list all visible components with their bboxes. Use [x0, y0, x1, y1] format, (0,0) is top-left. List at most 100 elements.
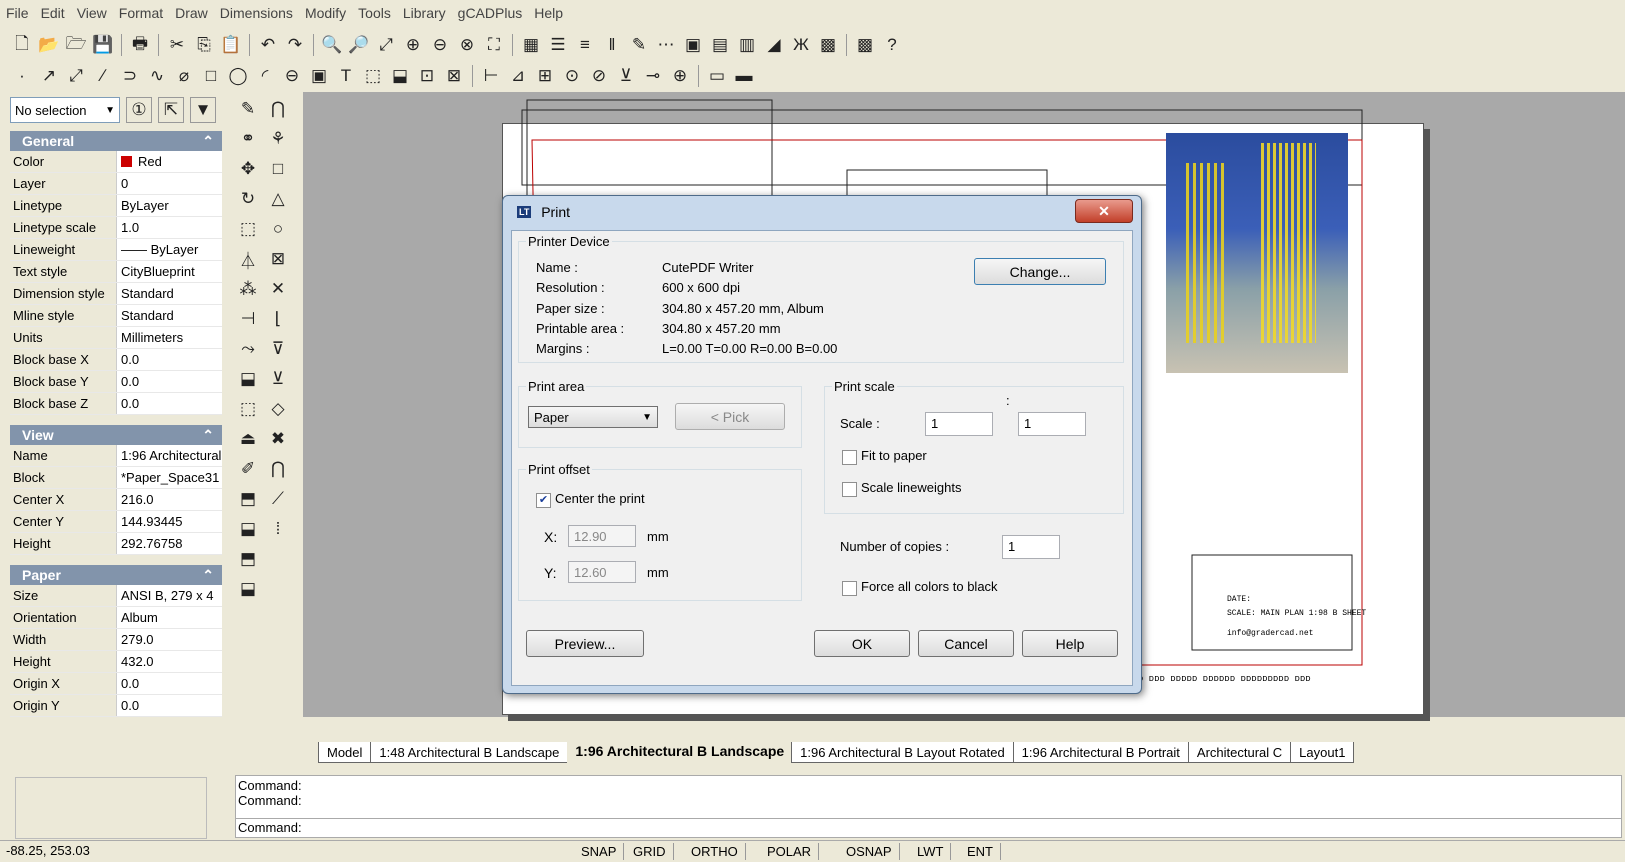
status-grid-button[interactable]: GRID [626, 843, 674, 860]
menu-item-gcadplus[interactable]: gCADPlus [452, 5, 529, 21]
property-value[interactable]: 216.0 [116, 489, 222, 510]
change-printer-button[interactable]: Change... [974, 258, 1106, 285]
property-value[interactable]: 0.0 [116, 371, 222, 392]
property-value[interactable]: —— ByLayer [116, 239, 222, 260]
toolbar2-tool-icon[interactable]: ⊕ [668, 64, 692, 88]
modify-tool-icon[interactable]: ⏃ [236, 247, 260, 271]
toolbar2-tool-icon[interactable]: ⊡ [415, 64, 439, 88]
layout-tab[interactable]: Architectural C [1187, 742, 1292, 763]
layout-tab[interactable]: 1:96 Architectural B Layout Rotated [791, 742, 1014, 763]
toolbar1-tool-icon[interactable]: 🖶 [128, 33, 152, 57]
menu-item-edit[interactable]: Edit [35, 5, 71, 21]
property-value[interactable]: ANSI B, 279 x 4 [116, 585, 222, 606]
menu-item-draw[interactable]: Draw [169, 5, 214, 21]
toolbar2-tool-icon[interactable]: ⊸ [641, 64, 665, 88]
status-ortho-button[interactable]: ORTHO [684, 843, 746, 860]
modify-tool-icon[interactable]: ✖ [266, 427, 290, 451]
toolbar1-tool-icon[interactable]: ? [880, 33, 904, 57]
toolbar1-tool-icon[interactable]: ☰ [546, 33, 570, 57]
toolbar2-tool-icon[interactable]: ⊻ [614, 64, 638, 88]
modify-tool-icon[interactable]: ⚭ [236, 127, 260, 151]
toolbar1-tool-icon[interactable]: ◢ [762, 33, 786, 57]
toolbar2-tool-icon[interactable]: ⬓ [388, 64, 412, 88]
property-row[interactable]: Origin X 0.0 [10, 673, 222, 695]
property-row[interactable]: Size ANSI B, 279 x 4 [10, 585, 222, 607]
modify-tool-icon[interactable] [266, 577, 290, 601]
toolbar2-tool-icon[interactable]: ⬚ [361, 64, 385, 88]
toolbar1-tool-icon[interactable]: ⊕ [401, 33, 425, 57]
property-value[interactable]: 0.0 [116, 349, 222, 370]
property-row[interactable]: Name 1:96 Architectural [10, 445, 222, 467]
toolbar2-tool-icon[interactable]: ⌀ [172, 64, 196, 88]
close-button[interactable]: ✕ [1075, 199, 1133, 223]
status-osnap-button[interactable]: OSNAP [839, 843, 900, 860]
property-row[interactable]: Orientation Album [10, 607, 222, 629]
section-header-general[interactable]: General ⌃ [10, 131, 222, 151]
modify-tool-icon[interactable]: ✥ [236, 157, 260, 181]
toolbar1-tool-icon[interactable]: 📋 [219, 33, 243, 57]
property-row[interactable]: Lineweight —— ByLayer [10, 239, 222, 261]
offset-x-input[interactable]: 12.90 [568, 525, 636, 547]
menu-item-library[interactable]: Library [397, 5, 452, 21]
property-value[interactable]: Album [116, 607, 222, 628]
copies-input[interactable]: 1 [1002, 535, 1060, 559]
menu-item-tools[interactable]: Tools [352, 5, 397, 21]
property-value[interactable]: 0.0 [116, 695, 222, 716]
toolbar2-tool-icon[interactable]: □ [199, 64, 223, 88]
menu-item-file[interactable]: File [0, 5, 35, 21]
property-row[interactable]: Center X 216.0 [10, 489, 222, 511]
toolbar2-tool-icon[interactable]: ⊠ [442, 64, 466, 88]
property-value[interactable]: 432.0 [116, 651, 222, 672]
modify-tool-icon[interactable]: ⁂ [236, 277, 260, 301]
property-value[interactable]: Standard [116, 283, 222, 304]
property-value[interactable]: Red [116, 151, 222, 172]
modify-tool-icon[interactable]: ⏏ [236, 427, 260, 451]
property-row[interactable]: Height 292.76758 [10, 533, 222, 555]
offset-y-input[interactable]: 12.60 [568, 561, 636, 583]
property-row[interactable]: Block base X 0.0 [10, 349, 222, 371]
modify-tool-icon[interactable]: ⁞ [266, 517, 290, 541]
toolbar1-tool-icon[interactable]: ▥ [735, 33, 759, 57]
property-value[interactable]: 1.0 [116, 217, 222, 238]
toolbar1-tool-icon[interactable]: ▩ [816, 33, 840, 57]
toolbar1-tool-icon[interactable]: ▦ [519, 33, 543, 57]
status-polar-button[interactable]: POLAR [760, 843, 820, 860]
property-row[interactable]: Mline style Standard [10, 305, 222, 327]
toolbar1-tool-icon[interactable]: 💾 [91, 33, 115, 57]
status-snap-button[interactable]: SNAP [574, 843, 625, 860]
toolbar1-tool-icon[interactable]: 🔍 [320, 33, 344, 57]
property-value[interactable]: 1:96 Architectural [116, 445, 222, 466]
toolbar2-tool-icon[interactable]: ▭ [705, 64, 729, 88]
menu-item-view[interactable]: View [71, 5, 113, 21]
property-row[interactable]: Block *Paper_Space31 [10, 467, 222, 489]
selection-combo[interactable]: No selection ▼ [10, 97, 120, 123]
status-lwt-button[interactable]: LWT [910, 843, 952, 860]
property-row[interactable]: Text style CityBlueprint [10, 261, 222, 283]
property-value[interactable]: 0.0 [116, 673, 222, 694]
toolbar2-tool-icon[interactable]: ◜ [253, 64, 277, 88]
toolbar2-tool-icon[interactable]: T [334, 64, 358, 88]
select-objects-icon[interactable]: ① [126, 97, 152, 123]
modify-tool-icon[interactable]: ⬒ [236, 547, 260, 571]
property-row[interactable]: Center Y 144.93445 [10, 511, 222, 533]
property-row[interactable]: Block base Y 0.0 [10, 371, 222, 393]
print-area-select[interactable]: Paper ▼ [528, 406, 658, 428]
modify-tool-icon[interactable]: ⬚ [236, 397, 260, 421]
modify-tool-icon[interactable]: □ [266, 157, 290, 181]
property-value[interactable]: CityBlueprint [116, 261, 222, 282]
toolbar1-tool-icon[interactable]: ⊗ [455, 33, 479, 57]
layout-tab[interactable]: Layout1 [1290, 742, 1355, 763]
filter-icon[interactable]: ▼ [190, 97, 216, 123]
scale-lineweights-checkbox[interactable] [842, 482, 857, 497]
property-value[interactable]: Standard [116, 305, 222, 326]
toolbar1-tool-icon[interactable]: ▤ [708, 33, 732, 57]
toolbar2-tool-icon[interactable]: ⊖ [280, 64, 304, 88]
modify-tool-icon[interactable]: ⟋ [266, 487, 290, 511]
toolbar2-tool-icon[interactable]: ⊿ [506, 64, 530, 88]
property-row[interactable]: Linetype ByLayer [10, 195, 222, 217]
property-value[interactable]: ByLayer [116, 195, 222, 216]
property-value[interactable]: 144.93445 [116, 511, 222, 532]
property-row[interactable]: Dimension style Standard [10, 283, 222, 305]
property-value[interactable]: 279.0 [116, 629, 222, 650]
modify-tool-icon[interactable]: ⬓ [236, 577, 260, 601]
